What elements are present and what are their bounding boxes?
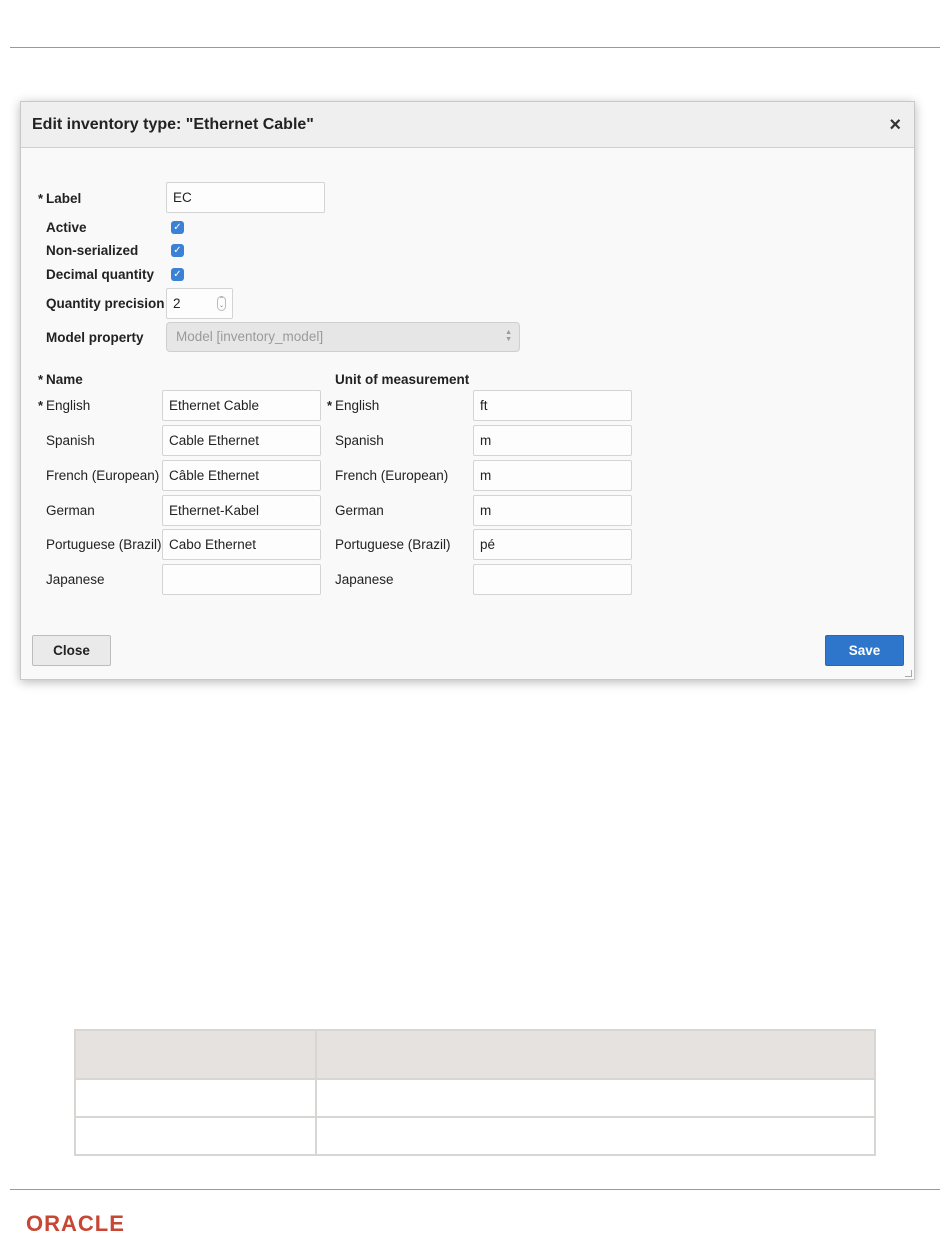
non-serialized-label: Non-serialized — [46, 243, 139, 258]
name-spanish-input[interactable]: Cable Ethernet — [162, 425, 321, 456]
table-header-row — [74, 1029, 876, 1080]
name-japanese-input[interactable] — [162, 564, 321, 595]
name-portuguese-input[interactable]: Cabo Ethernet — [162, 529, 321, 560]
reference-table — [74, 1029, 876, 1156]
edit-inventory-type-dialog: Edit inventory type: "Ethernet Cable" × … — [20, 101, 915, 680]
uom-lang-label: Portuguese (Brazil) — [335, 537, 451, 552]
uom-japanese-input[interactable] — [473, 564, 632, 595]
required-marker: * — [38, 191, 44, 206]
name-lang-label: Spanish — [46, 433, 95, 448]
name-section-heading: Name — [46, 372, 83, 387]
select-arrows-icon: ▲ ▼ — [505, 329, 512, 343]
uom-lang-label: Spanish — [335, 433, 384, 448]
name-lang-label: English — [46, 398, 91, 413]
uom-lang-label: Japanese — [335, 572, 394, 587]
quantity-precision-value: 2 — [173, 296, 181, 311]
name-german-input[interactable]: Ethernet-Kabel — [162, 495, 321, 526]
dialog-title: Edit inventory type: "Ethernet Cable" — [32, 115, 314, 133]
quantity-precision-label: Quantity precision — [46, 296, 165, 311]
uom-lang-label: German — [335, 503, 384, 518]
name-french-input[interactable]: Câble Ethernet — [162, 460, 321, 491]
active-checkbox[interactable]: ✓ — [171, 221, 184, 234]
table-header-cell — [74, 1029, 317, 1080]
name-lang-label: French (European) — [46, 468, 160, 483]
save-button[interactable]: Save — [825, 635, 904, 666]
table-row — [74, 1116, 876, 1156]
required-marker: * — [327, 398, 333, 413]
model-property-value: Model [inventory_model] — [176, 329, 324, 344]
close-button[interactable]: Close — [32, 635, 111, 666]
name-lang-label: German — [46, 503, 95, 518]
name-lang-label: Portuguese (Brazil) — [46, 537, 162, 552]
bottom-divider — [10, 1189, 940, 1190]
oracle-logo: ORACLE — [26, 1211, 125, 1236]
required-marker: * — [38, 372, 44, 387]
table-cell — [315, 1078, 876, 1118]
name-english-input[interactable]: Ethernet Cable — [162, 390, 321, 421]
spinner-arrows-icon[interactable]: ⌃ ⌄ — [217, 296, 226, 311]
name-lang-label: Japanese — [46, 572, 105, 587]
model-property-label: Model property — [46, 330, 144, 345]
table-cell — [315, 1116, 876, 1156]
uom-section-heading: Unit of measurement — [335, 372, 470, 387]
table-cell — [74, 1116, 317, 1156]
table-header-cell — [315, 1029, 876, 1080]
uom-portuguese-input[interactable]: pé — [473, 529, 632, 560]
resize-handle-icon[interactable] — [905, 670, 912, 677]
dialog-header: Edit inventory type: "Ethernet Cable" × — [21, 102, 914, 148]
uom-german-input[interactable]: m — [473, 495, 632, 526]
uom-spanish-input[interactable]: m — [473, 425, 632, 456]
top-divider — [10, 47, 940, 48]
label-field-label: Label — [46, 191, 82, 206]
table-row — [74, 1078, 876, 1118]
close-icon[interactable]: × — [889, 115, 904, 135]
uom-lang-label: French (European) — [335, 468, 449, 483]
decimal-quantity-checkbox[interactable]: ✓ — [171, 268, 184, 281]
non-serialized-checkbox[interactable]: ✓ — [171, 244, 184, 257]
decimal-quantity-label: Decimal quantity — [46, 267, 155, 282]
uom-french-input[interactable]: m — [473, 460, 632, 491]
uom-lang-label: English — [335, 398, 380, 413]
table-cell — [74, 1078, 317, 1118]
quantity-precision-stepper[interactable]: 2 ⌃ ⌄ — [166, 288, 233, 319]
uom-english-input[interactable]: ft — [473, 390, 632, 421]
active-label: Active — [46, 220, 87, 235]
required-marker: * — [38, 398, 44, 413]
model-property-select[interactable]: Model [inventory_model] ▲ ▼ — [166, 322, 520, 352]
label-input[interactable]: EC — [166, 182, 325, 213]
